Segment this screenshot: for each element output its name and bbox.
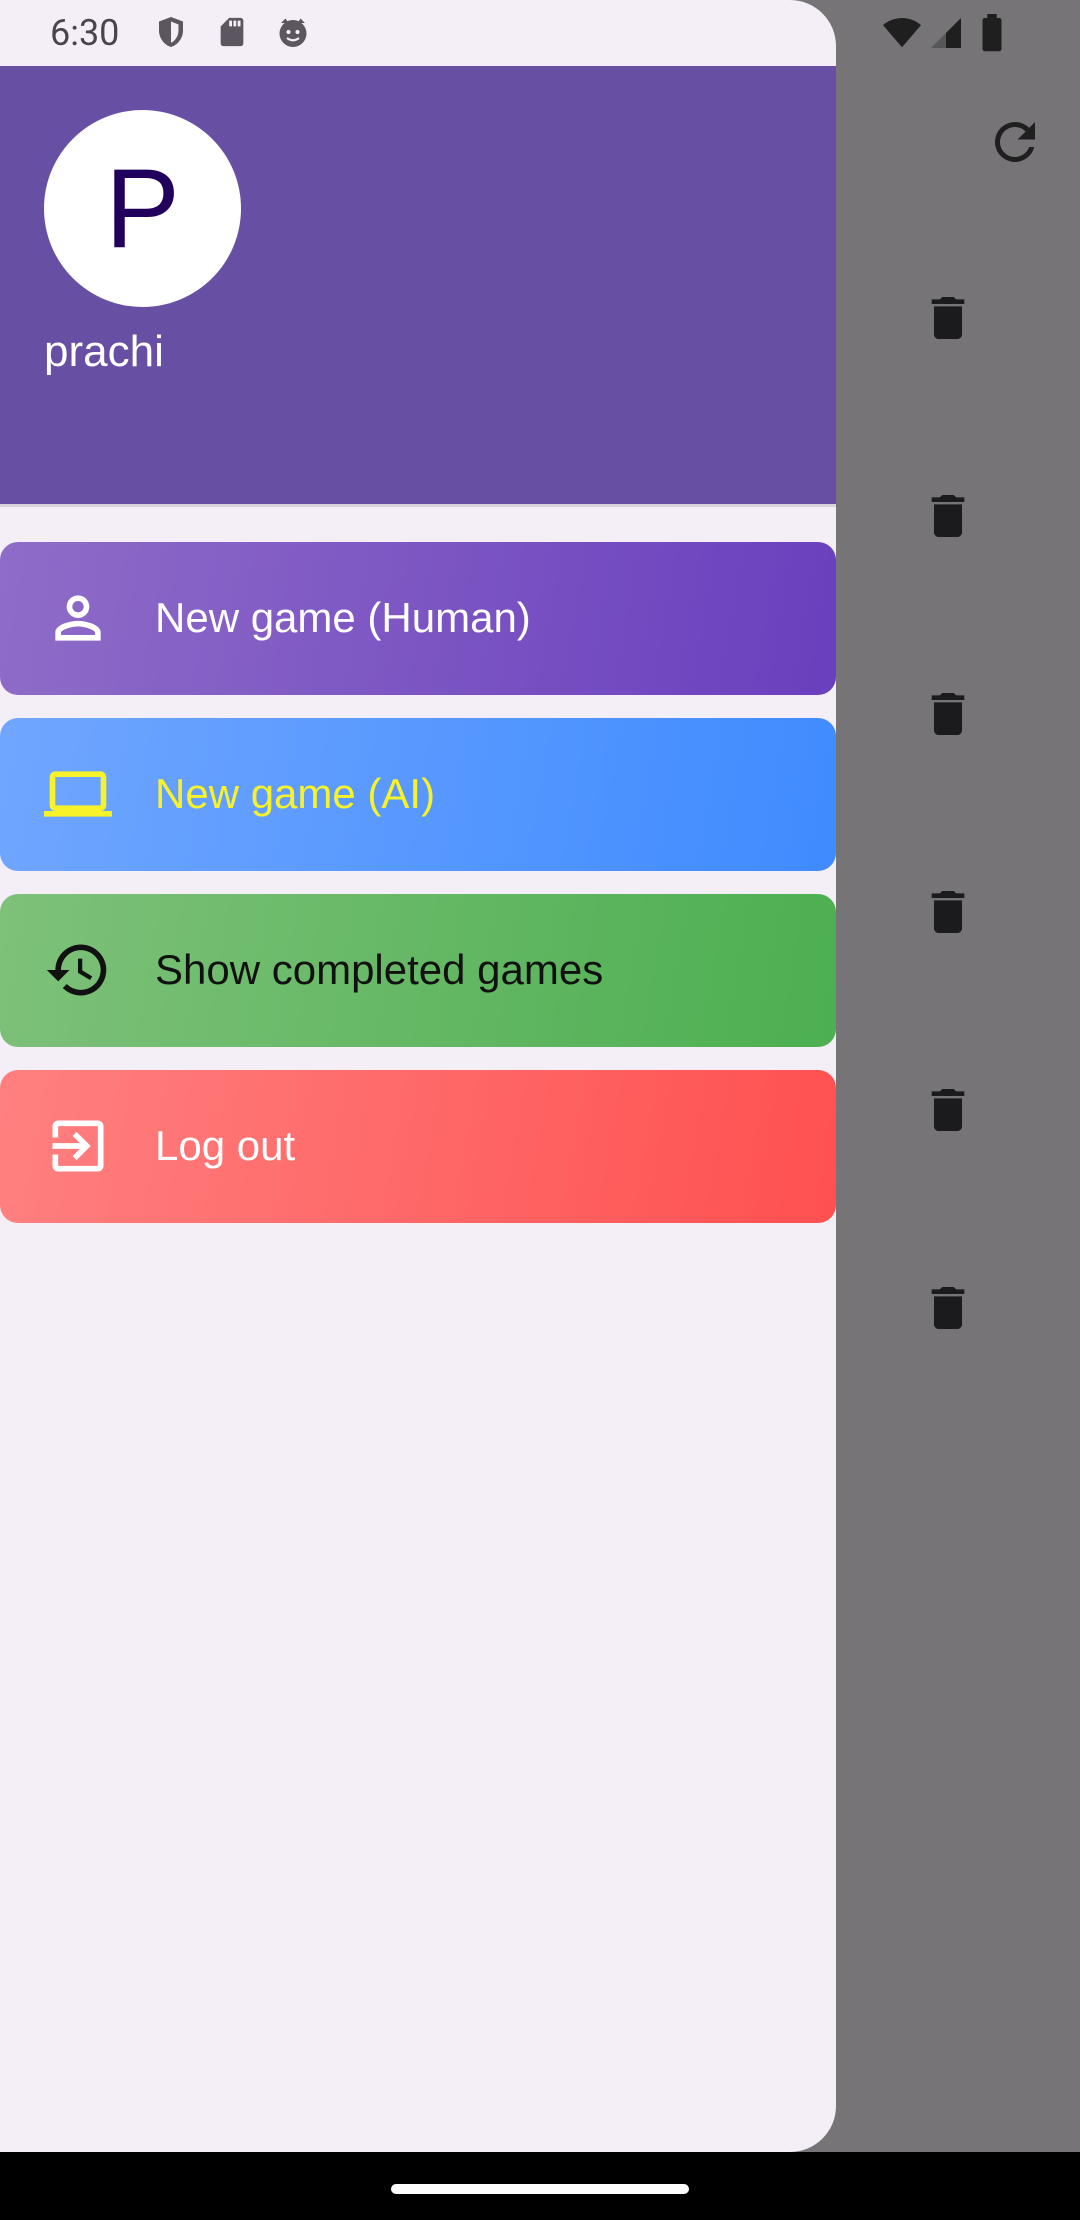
status-time-overlay: 6:30 xyxy=(50,12,120,54)
trash-icon[interactable] xyxy=(920,488,976,544)
shield-icon xyxy=(159,17,183,47)
new-game-ai-button[interactable]: New game (AI) xyxy=(0,718,836,871)
status-bar-overlay: 6:30 xyxy=(0,0,836,66)
laptop-icon xyxy=(44,771,112,817)
avatar-letter: P xyxy=(105,146,180,271)
show-completed-games-button[interactable]: Show completed games xyxy=(0,894,836,1047)
drawer-header: P prachi xyxy=(0,66,836,504)
log-out-button[interactable]: Log out xyxy=(0,1070,836,1223)
new-game-human-label: New game (Human) xyxy=(155,594,531,641)
avatar: P xyxy=(44,110,241,307)
trash-icon[interactable] xyxy=(920,1280,976,1336)
trash-icon[interactable] xyxy=(920,1082,976,1138)
navigation-drawer: P prachi New game (Human) New game (AI) … xyxy=(0,0,836,2152)
sd-card-icon xyxy=(220,17,244,47)
cat-notification-icon xyxy=(279,18,307,47)
show-completed-games-label: Show completed games xyxy=(155,946,604,993)
home-gesture-handle[interactable] xyxy=(391,2184,689,2194)
refresh-icon[interactable] xyxy=(985,112,1045,172)
new-game-ai-label: New game (AI) xyxy=(155,770,436,817)
log-out-label: Log out xyxy=(155,1122,296,1169)
trash-icon[interactable] xyxy=(920,290,976,346)
trash-icon[interactable] xyxy=(920,686,976,742)
new-game-human-button[interactable]: New game (Human) xyxy=(0,542,836,695)
username: prachi xyxy=(44,327,164,376)
history-icon xyxy=(46,944,107,996)
logout-icon xyxy=(52,1120,104,1172)
header-divider xyxy=(0,504,836,507)
trash-icon[interactable] xyxy=(920,884,976,940)
person-icon xyxy=(55,595,101,641)
